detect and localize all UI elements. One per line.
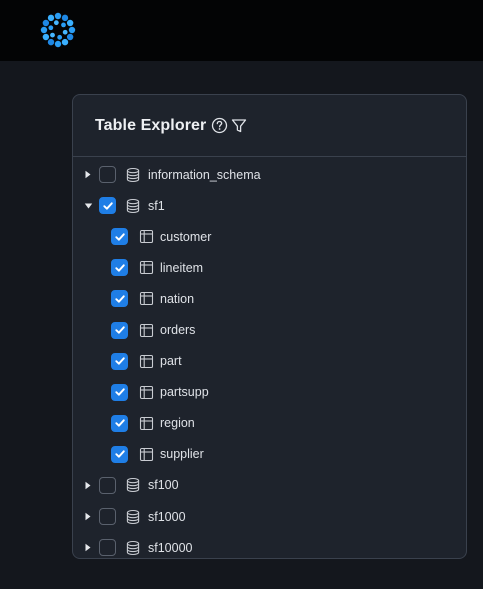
table-checkbox[interactable] — [111, 228, 128, 246]
top-bar — [0, 0, 483, 61]
table-row[interactable]: lineitem — [73, 252, 466, 283]
schema-label: sf1 — [148, 198, 165, 213]
schema-label: sf100 — [148, 478, 179, 493]
database-icon — [125, 540, 141, 556]
panel-title: Table Explorer — [95, 116, 207, 134]
caret-right-icon[interactable] — [82, 479, 94, 491]
table-row[interactable]: part — [73, 346, 466, 377]
caret-right-icon[interactable] — [82, 169, 94, 181]
table-checkbox[interactable] — [111, 352, 128, 370]
table-checkbox[interactable] — [111, 290, 128, 308]
table-label: nation — [160, 291, 195, 306]
table-checkbox[interactable] — [111, 259, 128, 277]
schema-row[interactable]: sf1000 — [73, 501, 466, 532]
table-row[interactable]: nation — [73, 283, 466, 314]
table-icon — [138, 229, 154, 245]
dotted-circle-logo-icon[interactable] — [38, 10, 78, 50]
database-icon — [125, 477, 141, 493]
caret-right-icon[interactable] — [82, 511, 94, 523]
schema-row[interactable]: sf10000 — [73, 532, 466, 558]
question-circle-icon[interactable] — [211, 117, 228, 134]
table-checkbox[interactable] — [111, 445, 128, 463]
database-icon — [125, 167, 141, 183]
schema-checkbox[interactable] — [99, 476, 116, 494]
schema-row[interactable]: sf100 — [73, 470, 466, 501]
schema-row[interactable]: sf1 — [73, 190, 466, 221]
database-icon — [125, 509, 141, 525]
table-icon — [138, 322, 154, 338]
table-checkbox[interactable] — [111, 414, 128, 432]
table-label: partsupp — [160, 385, 209, 400]
table-icon — [138, 415, 154, 431]
schema-tree: information_schema sf1 customer lineitem nat… — [73, 157, 466, 558]
table-icon — [138, 260, 154, 276]
schema-checkbox[interactable] — [99, 508, 116, 526]
schema-label: sf10000 — [148, 540, 193, 555]
table-label: region — [160, 416, 195, 431]
filter-funnel-icon[interactable] — [231, 118, 247, 134]
table-row[interactable]: partsupp — [73, 377, 466, 408]
table-label: lineitem — [160, 260, 204, 275]
schema-label: sf1000 — [148, 509, 186, 524]
table-label: part — [160, 354, 182, 369]
table-label: orders — [160, 323, 196, 338]
table-label: customer — [160, 229, 212, 244]
panel-header: Table Explorer — [73, 95, 466, 157]
table-row[interactable]: region — [73, 408, 466, 439]
schema-checkbox[interactable] — [99, 539, 116, 557]
table-row[interactable]: customer — [73, 221, 466, 252]
schema-label: information_schema — [148, 167, 261, 182]
table-row[interactable]: supplier — [73, 439, 466, 470]
table-icon — [138, 353, 154, 369]
caret-down-icon[interactable] — [82, 200, 94, 212]
table-checkbox[interactable] — [111, 321, 128, 339]
table-row[interactable]: orders — [73, 314, 466, 345]
table-checkbox[interactable] — [111, 383, 128, 401]
table-icon — [138, 384, 154, 400]
table-icon — [138, 291, 154, 307]
table-icon — [138, 446, 154, 462]
caret-right-icon[interactable] — [82, 542, 94, 554]
database-icon — [125, 198, 141, 214]
schema-checkbox[interactable] — [99, 197, 116, 215]
schema-checkbox[interactable] — [99, 166, 116, 184]
schema-row[interactable]: information_schema — [73, 159, 466, 190]
table-explorer-panel: Table Explorer information_schema sf1 cust… — [72, 94, 467, 559]
table-label: supplier — [160, 447, 204, 462]
